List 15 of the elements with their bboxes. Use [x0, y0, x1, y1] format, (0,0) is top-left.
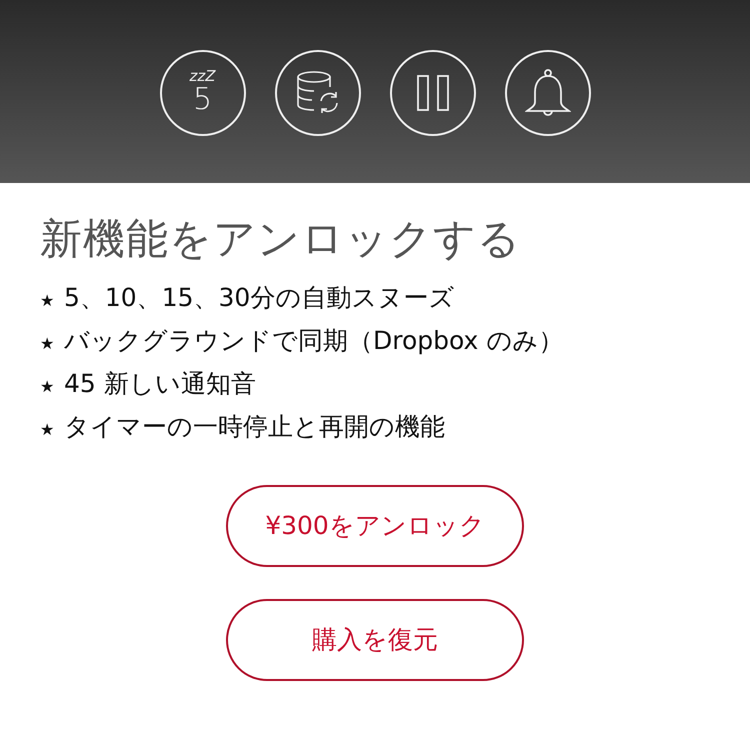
feature-text: バックグラウンドで同期（Dropbox のみ）: [64, 325, 564, 357]
feature-text: タイマーの一時停止と再開の機能: [64, 411, 445, 443]
unlock-button[interactable]: ¥300をアンロック: [226, 485, 524, 567]
pause-icon: [416, 74, 450, 112]
title: 新機能をアンロックする: [40, 213, 522, 265]
feature-text: 45 新しい通知音: [64, 368, 256, 400]
star-bullet: ★: [40, 419, 56, 441]
star-bullet: ★: [40, 376, 56, 398]
restore-button[interactable]: 購入を復元: [226, 599, 524, 681]
star-bullet: ★: [40, 290, 56, 312]
database-sync-icon: [296, 70, 340, 116]
star-bullet: ★: [40, 333, 56, 355]
feature-text: 5、10、15、30分の自動スヌーズ: [64, 282, 454, 314]
bell-icon: [524, 68, 570, 118]
snooze-icon: zzZ 5: [160, 50, 246, 136]
